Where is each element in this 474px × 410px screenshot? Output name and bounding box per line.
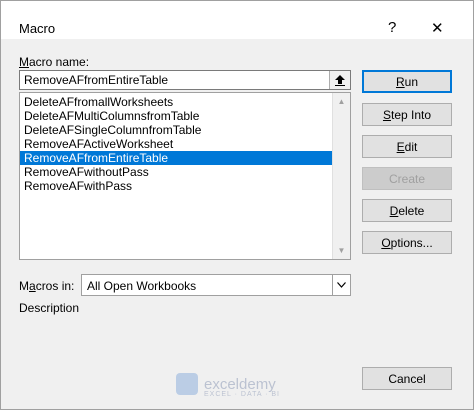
scroll-up-icon[interactable]: ▲ [333, 93, 350, 110]
macro-name-input[interactable] [19, 70, 351, 90]
step-into-button[interactable]: Step Into [362, 103, 452, 126]
upload-arrow-icon[interactable] [329, 71, 350, 89]
window-title: Macro [19, 21, 56, 36]
macros-in-label: Macros in: [19, 279, 75, 293]
cancel-button[interactable]: Cancel [362, 367, 452, 390]
macro-list-item[interactable]: RemoveAFwithoutPass [20, 165, 334, 179]
chevron-down-icon[interactable] [332, 275, 350, 295]
create-button[interactable]: Create [362, 167, 452, 190]
macro-list-item[interactable]: DeleteAFSingleColumnfromTable [20, 123, 334, 137]
scroll-down-icon[interactable]: ▼ [333, 242, 350, 259]
macros-in-value: All Open Workbooks [87, 279, 197, 293]
macro-dialog: Macro ? ✕ Macro name: DeleteAFfromallWor… [0, 0, 474, 410]
description-label: Description [19, 301, 80, 315]
macro-list[interactable]: DeleteAFfromallWorksheets DeleteAFMultiCo… [19, 92, 351, 260]
macro-list-item[interactable]: RemoveAFwithPass [20, 179, 334, 193]
edit-button[interactable]: Edit [362, 135, 452, 158]
options-button[interactable]: Options... [362, 231, 452, 254]
delete-button[interactable]: Delete [362, 199, 452, 222]
macro-list-item[interactable]: RemoveAFActiveWorksheet [20, 137, 334, 151]
macro-list-item[interactable]: DeleteAFfromallWorksheets [20, 95, 334, 109]
run-button[interactable]: Run [362, 70, 452, 93]
macro-list-item[interactable]: RemoveAFfromEntireTable [20, 151, 334, 165]
vertical-scrollbar[interactable]: ▲ ▼ [332, 93, 350, 259]
help-icon[interactable]: ? [388, 19, 396, 36]
watermark: exceldemy EXCEL · DATA · BI [176, 373, 279, 398]
macro-list-item[interactable]: DeleteAFMultiColumnsfromTable [20, 109, 334, 123]
title-bar: Macro ? ✕ [1, 1, 473, 39]
exceldemy-logo-icon [176, 373, 198, 395]
macro-name-label: Macro name: [19, 55, 90, 69]
macros-in-select[interactable]: All Open Workbooks [81, 274, 351, 296]
close-icon[interactable]: ✕ [431, 19, 444, 37]
